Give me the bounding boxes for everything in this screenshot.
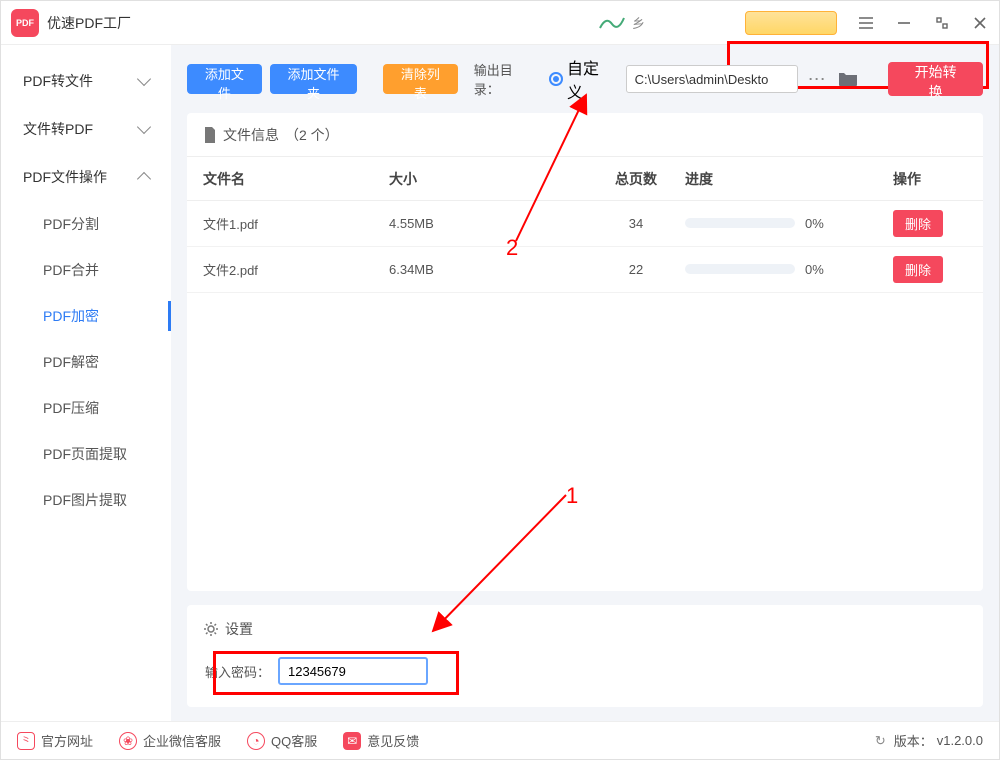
output-custom-radio[interactable]: 自定义: [549, 55, 613, 103]
start-convert-button[interactable]: 开始转换: [888, 62, 983, 96]
sidebar-item-label: PDF页面提取: [43, 444, 127, 464]
decorative-icon: [598, 12, 626, 34]
output-path-input[interactable]: [626, 65, 798, 93]
version-label: 版本：: [894, 731, 933, 750]
sidebar-item-label: PDF图片提取: [43, 490, 127, 510]
footer-link-qq[interactable]: ◔ QQ客服: [247, 731, 317, 750]
table-row: 文件1.pdf 4.55MB 34 0% 删除: [187, 201, 983, 247]
cell-progress: 0%: [685, 262, 893, 277]
sidebar-item-encrypt[interactable]: PDF加密: [1, 293, 171, 339]
sidebar-group-label: PDF文件操作: [23, 167, 107, 187]
refresh-icon[interactable]: ↻: [875, 733, 886, 749]
feedback-icon: ✉: [343, 732, 361, 750]
sidebar-item-label: PDF加密: [43, 306, 99, 326]
sidebar-item-label: PDF分割: [43, 214, 99, 234]
toolbar: 添加文件 添加文件夹 清除列表 输出目录： 自定义 ⋯ 开始转换: [187, 59, 983, 99]
cell-name: 文件2.pdf: [203, 260, 389, 279]
file-panel: 文件信息 （2 个） 文件名 大小 总页数 进度 操作 文件1.pdf 4.55…: [187, 113, 983, 591]
delete-button[interactable]: 删除: [893, 210, 943, 237]
progress-text: 0%: [805, 216, 824, 231]
delete-button[interactable]: 删除: [893, 256, 943, 283]
browse-ellipsis-button[interactable]: ⋯: [806, 69, 829, 90]
sidebar-group-pdf-ops[interactable]: PDF文件操作: [1, 153, 171, 201]
settings-title: 设置: [203, 619, 967, 639]
chevron-down-icon: [137, 120, 151, 134]
file-icon: [203, 127, 217, 143]
sidebar-item-decrypt[interactable]: PDF解密: [1, 339, 171, 385]
version-value: v1.2.0.0: [937, 733, 983, 748]
sidebar-item-label: PDF合并: [43, 260, 99, 280]
minimize-icon[interactable]: [895, 14, 913, 32]
password-label: 输入密码：: [205, 662, 270, 681]
qq-icon: ◔: [247, 732, 265, 750]
file-panel-title: 文件信息 （2 个）: [187, 113, 983, 157]
close-icon[interactable]: [971, 14, 989, 32]
file-panel-title-text: 文件信息: [223, 125, 279, 145]
globe-icon: ⺀: [17, 732, 35, 750]
maximize-icon[interactable]: [933, 14, 951, 32]
footer-link-label: 企业微信客服: [143, 731, 221, 750]
app-title: 优速PDF工厂: [47, 13, 131, 33]
progress-bar: [685, 264, 795, 274]
settings-title-text: 设置: [225, 619, 253, 639]
sidebar-item-compress[interactable]: PDF压缩: [1, 385, 171, 431]
col-header-action: 操作: [893, 169, 967, 189]
add-folder-button[interactable]: 添加文件夹: [270, 64, 357, 94]
sidebar-group-label: PDF转文件: [23, 71, 93, 91]
output-dir-label: 输出目录：: [474, 60, 537, 98]
app-logo: PDF: [11, 9, 39, 37]
cell-size: 6.34MB: [389, 262, 587, 277]
sidebar-group-pdf-to-file[interactable]: PDF转文件: [1, 57, 171, 105]
wechat-icon: ❀: [119, 732, 137, 750]
radio-icon: [549, 72, 563, 86]
cell-size: 4.55MB: [389, 216, 587, 231]
progress-bar: [685, 218, 795, 228]
sidebar-item-merge[interactable]: PDF合并: [1, 247, 171, 293]
table-row: 文件2.pdf 6.34MB 22 0% 删除: [187, 247, 983, 293]
col-header-progress: 进度: [685, 169, 893, 189]
sidebar-item-split[interactable]: PDF分割: [1, 201, 171, 247]
footer-link-official[interactable]: ⺀ 官方网址: [17, 731, 93, 750]
settings-panel: 设置 输入密码：: [187, 605, 983, 707]
chevron-down-icon: [137, 72, 151, 86]
sidebar-item-label: PDF解密: [43, 352, 99, 372]
col-header-name: 文件名: [203, 169, 389, 189]
password-input[interactable]: [278, 657, 428, 685]
decorative-char: 乡: [632, 13, 645, 32]
file-panel-count: （2 个）: [285, 125, 339, 145]
sidebar-group-label: 文件转PDF: [23, 119, 93, 139]
cell-pages: 34: [587, 216, 685, 231]
footer-link-label: 意见反馈: [367, 731, 419, 750]
col-header-pages: 总页数: [587, 169, 685, 189]
footer-link-label: QQ客服: [271, 731, 317, 750]
cell-progress: 0%: [685, 216, 893, 231]
footer-link-feedback[interactable]: ✉ 意见反馈: [343, 731, 419, 750]
password-row: 输入密码：: [203, 657, 967, 685]
col-header-size: 大小: [389, 169, 587, 189]
radio-label: 自定义: [567, 55, 614, 103]
menu-icon[interactable]: [857, 14, 875, 32]
footer-link-wechat[interactable]: ❀ 企业微信客服: [119, 731, 221, 750]
gear-icon: [203, 621, 219, 637]
sidebar-group-file-to-pdf[interactable]: 文件转PDF: [1, 105, 171, 153]
add-file-button[interactable]: 添加文件: [187, 64, 262, 94]
open-folder-button[interactable]: [837, 69, 859, 89]
progress-text: 0%: [805, 262, 824, 277]
sidebar: PDF转文件 文件转PDF PDF文件操作 PDF分割 PDF合并 PDF加密 …: [1, 45, 171, 721]
titlebar: PDF 优速PDF工厂 乡: [1, 1, 999, 45]
footer-link-label: 官方网址: [41, 731, 93, 750]
content-area: 添加文件 添加文件夹 清除列表 输出目录： 自定义 ⋯ 开始转换 文件信息 （2: [171, 45, 999, 721]
footer: ⺀ 官方网址 ❀ 企业微信客服 ◔ QQ客服 ✉ 意见反馈 ↻ 版本： v1.2…: [1, 721, 999, 759]
chevron-up-icon: [137, 172, 151, 186]
annotation-number-2: 2: [506, 235, 518, 261]
vip-pill[interactable]: [745, 11, 837, 35]
table-header: 文件名 大小 总页数 进度 操作: [187, 157, 983, 201]
annotation-number-1: 1: [566, 483, 578, 509]
sidebar-item-page-extract[interactable]: PDF页面提取: [1, 431, 171, 477]
sidebar-item-label: PDF压缩: [43, 398, 99, 418]
cell-pages: 22: [587, 262, 685, 277]
cell-name: 文件1.pdf: [203, 214, 389, 233]
sidebar-item-image-extract[interactable]: PDF图片提取: [1, 477, 171, 523]
clear-list-button[interactable]: 清除列表: [383, 64, 458, 94]
